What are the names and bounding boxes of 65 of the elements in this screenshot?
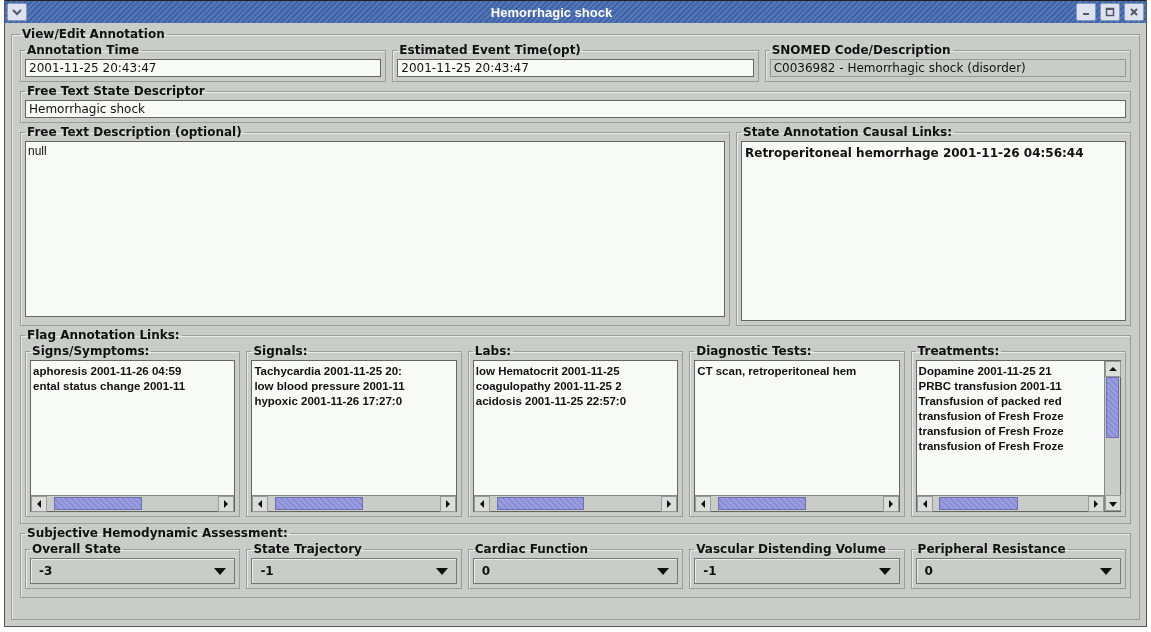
horizontal-scrollbar[interactable] xyxy=(695,495,899,511)
dropdown[interactable]: 0 xyxy=(915,558,1121,584)
maximize-button[interactable] xyxy=(1100,3,1120,21)
dropdown[interactable]: -1 xyxy=(694,558,900,584)
close-icon xyxy=(1129,7,1139,17)
text-field[interactable]: 2001-11-25 20:43:47 xyxy=(397,59,754,77)
minimize-button[interactable] xyxy=(1076,3,1096,21)
caret-icon xyxy=(657,566,670,576)
list-label: Diagnostic Tests: xyxy=(695,344,813,358)
list-item[interactable]: low blood pressure 2001-11 xyxy=(254,380,454,392)
caret-icon xyxy=(214,566,227,576)
list-item[interactable]: Retroperitoneal hemorrhage 2001-11-26 04:56:44 xyxy=(745,146,1122,160)
list-item[interactable]: transfusion of Fresh Froze xyxy=(918,425,1102,437)
list-item[interactable]: Dopamine 2001-11-25 21 xyxy=(918,365,1102,377)
list-item[interactable]: coagulopathy 2001-11-25 2 xyxy=(475,380,676,392)
list-item[interactable]: transfusion of Fresh Froze xyxy=(918,410,1102,422)
list-item[interactable]: low Hematocrit 2001-11-25 xyxy=(475,365,676,377)
caret-icon xyxy=(1100,566,1112,576)
caret-icon xyxy=(878,566,891,576)
maximize-icon xyxy=(1105,7,1115,17)
field-label: Estimated Event Time(opt) xyxy=(398,43,582,57)
right-arrow-icon xyxy=(1091,498,1101,510)
field-label: Free Text State Descriptor xyxy=(26,84,206,98)
dropdown[interactable]: -1 xyxy=(251,558,457,584)
list-label: Signals: xyxy=(252,344,309,358)
text-field[interactable]: 2001-11-25 20:43:47 xyxy=(25,59,382,77)
list-label: Signs/Symptoms: xyxy=(31,344,151,358)
window-menu-button[interactable] xyxy=(7,3,27,21)
dropdown[interactable]: -3 xyxy=(30,558,236,584)
dropdown-label: Cardiac Function xyxy=(473,542,590,556)
horizontal-scrollbar[interactable] xyxy=(252,495,456,511)
dropdown-label: State Trajectory xyxy=(252,542,363,556)
text-field[interactable]: Hemorrhagic shock xyxy=(25,100,1126,118)
horizontal-scrollbar[interactable] xyxy=(31,495,235,511)
field-label: Annotation Time xyxy=(26,43,141,57)
vertical-scrollbar[interactable] xyxy=(1104,361,1120,511)
list-item[interactable]: CT scan, retroperitoneal hem xyxy=(697,365,897,377)
list-item[interactable]: hypoxic 2001-11-26 17:27:0 xyxy=(254,395,454,407)
horizontal-scrollbar[interactable] xyxy=(916,495,1104,511)
chevron-icon xyxy=(11,7,23,17)
field-label: State Annotation Causal Links: xyxy=(742,125,953,139)
group-title: View/Edit Annotation xyxy=(21,27,166,41)
text-area[interactable]: null xyxy=(25,141,725,317)
dropdown-label: Peripheral Resistance xyxy=(916,542,1067,556)
list-label: Treatments: xyxy=(916,344,1001,358)
group-title: Flag Annotation Links: xyxy=(26,328,181,342)
dropdown[interactable]: 0 xyxy=(472,558,679,584)
list-item[interactable]: Tachycardia 2001-11-25 20: xyxy=(254,365,454,377)
list-item[interactable]: acidosis 2001-11-25 22:57:0 xyxy=(475,395,676,407)
list-item[interactable]: transfusion of Fresh Froze xyxy=(918,440,1102,452)
list-item[interactable]: aphoresis 2001-11-26 04:59 xyxy=(33,365,233,377)
field-label: Free Text Description (optional) xyxy=(26,125,243,139)
caret-icon xyxy=(435,566,448,576)
dropdown-label: Vascular Distending Volume xyxy=(695,542,887,556)
up-arrow-icon xyxy=(1107,364,1119,374)
list-label: Labs: xyxy=(473,344,513,358)
window-title: Hemorrhagic shock xyxy=(489,4,614,20)
list-item[interactable]: Transfusion of packed red xyxy=(918,395,1102,407)
horizontal-scrollbar[interactable] xyxy=(473,495,678,511)
field-label: SNOMED Code/Description xyxy=(770,43,952,57)
dropdown-label: Overall State xyxy=(31,542,122,556)
list-item[interactable]: ental status change 2001-11 xyxy=(33,380,233,392)
list-item[interactable]: PRBC transfusion 2001-11 xyxy=(918,380,1102,392)
close-button[interactable] xyxy=(1124,3,1144,21)
group-title: Subjective Hemodynamic Assessment: xyxy=(26,526,289,540)
